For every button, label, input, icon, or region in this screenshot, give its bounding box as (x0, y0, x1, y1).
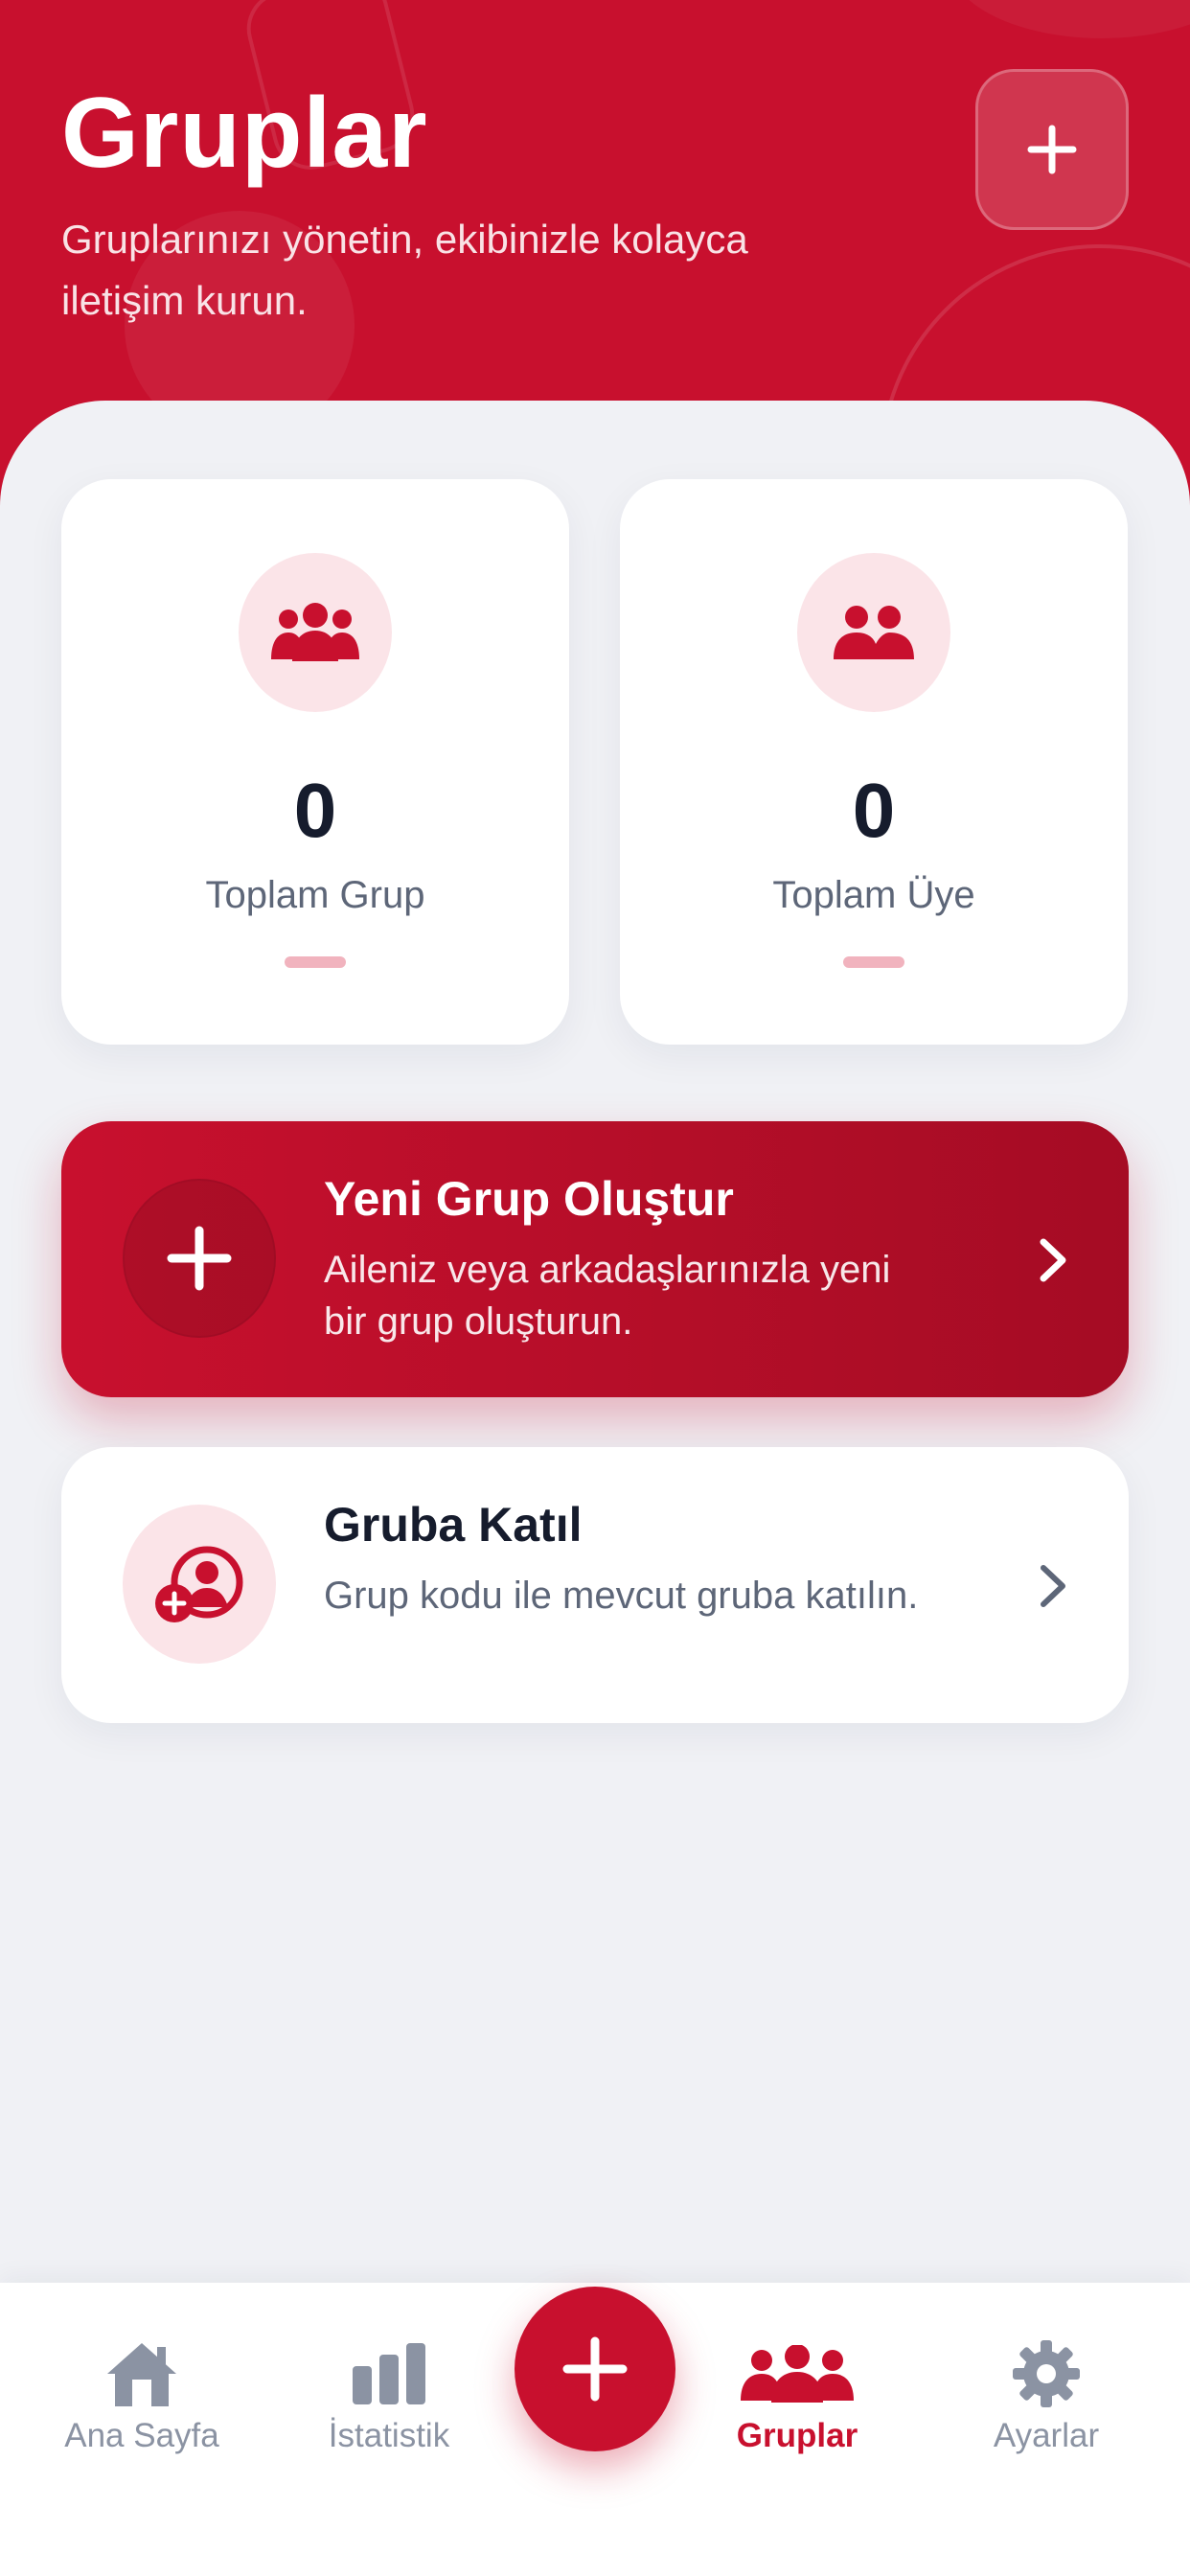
create-group-icon-badge (123, 1179, 276, 1338)
create-group-title: Yeni Grup Oluştur (324, 1172, 734, 1226)
header-add-button[interactable] (975, 69, 1129, 230)
tab-home[interactable]: Ana Sayfa (36, 2283, 247, 2532)
tab-label: İstatistik (328, 2417, 450, 2454)
gear-icon (941, 2331, 1152, 2417)
join-group-description: Grup kodu ile mevcut gruba katılın. (324, 1575, 919, 1617)
groups-icon (692, 2331, 903, 2417)
join-group-title: Gruba Katıl (324, 1498, 583, 1552)
stat-card-groups: 0 Toplam Grup (61, 479, 569, 1045)
bar-chart-icon (284, 2331, 494, 2417)
chevron-right-icon (1023, 1227, 1081, 1294)
stat-value: 0 (852, 768, 896, 853)
stat-label: Toplam Üye (772, 874, 975, 916)
plus-icon (1027, 125, 1077, 174)
groups-icon (271, 603, 359, 661)
tab-label: Gruplar (736, 2417, 858, 2454)
chevron-right-icon (1023, 1552, 1081, 1620)
tab-label: Ayarlar (993, 2417, 1100, 2454)
plus-icon (167, 1226, 232, 1291)
stat-value: 0 (293, 768, 337, 853)
create-group-description: Aileniz veya arkadaşlarınızla yeni bir g… (324, 1249, 891, 1343)
tab-label: Ana Sayfa (64, 2417, 219, 2454)
stat-label: Toplam Grup (205, 874, 425, 916)
home-icon (36, 2331, 247, 2417)
join-group-card[interactable]: Gruba Katıl Grup kodu ile mevcut gruba k… (61, 1447, 1129, 1723)
user-add-icon (155, 1546, 243, 1622)
stat-accent-bar (285, 956, 346, 968)
floating-add-button[interactable] (515, 2287, 675, 2451)
tab-settings[interactable]: Ayarlar (941, 2283, 1152, 2532)
join-group-icon-badge (123, 1505, 276, 1664)
stat-accent-bar (843, 956, 904, 968)
page-subtitle: Gruplarınızı yönetin, ekibinizle kolayca… (61, 217, 748, 323)
stat-icon-badge (239, 553, 392, 712)
plus-icon (562, 2336, 628, 2402)
stat-icon-badge (797, 553, 950, 712)
stat-card-members: 0 Toplam Üye (620, 479, 1128, 1045)
members-icon (834, 606, 914, 659)
tab-statistics[interactable]: İstatistik (284, 2283, 494, 2532)
decorative-circle (949, 0, 1190, 38)
tab-groups[interactable]: Gruplar (692, 2283, 903, 2532)
create-group-card[interactable]: Yeni Grup Oluştur Aileniz veya arkadaşla… (61, 1121, 1129, 1397)
page-title: Gruplar (61, 78, 428, 189)
